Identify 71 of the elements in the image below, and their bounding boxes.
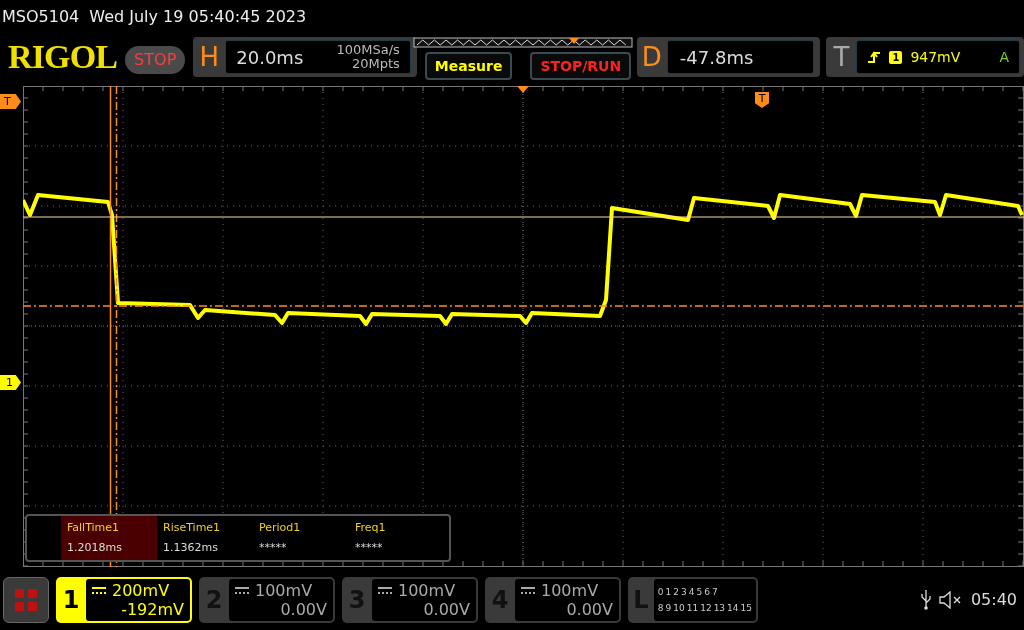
logic-channel-number: 1 (665, 586, 672, 599)
toolbar-button[interactable]: Measure (424, 52, 513, 80)
delay-letter: D (640, 40, 663, 74)
grid-menu-icon (15, 589, 37, 611)
trigger-level: 947mV (910, 47, 961, 67)
timebase-value: 20.0ms (236, 45, 304, 70)
toolbar-button[interactable]: STOP/RUN (530, 52, 632, 80)
model-name: MSO5104 (2, 6, 80, 28)
measurement-name: Freq1 (355, 520, 387, 536)
logic-channel-number: 7 (711, 586, 718, 599)
measurement-value: 1.2018ms (67, 540, 123, 556)
sample-rate: 100MSa/s (336, 43, 400, 57)
measurement-item[interactable]: FallTime1 1.2018ms (61, 516, 157, 560)
dc-coupling-icon (378, 586, 392, 595)
channel-scale: 200mV (112, 581, 170, 600)
channel-scale: 100mV (541, 581, 599, 600)
channel-number: 1 (61, 585, 81, 616)
channel-scale: 100mV (398, 581, 456, 600)
measurement-value: ***** (259, 540, 288, 556)
rising-edge-icon (867, 50, 882, 64)
logic-channel-number: 13 (713, 602, 726, 615)
delay-panel[interactable]: D -47.8ms (636, 37, 821, 77)
channel-offset: -192mV (120, 600, 184, 619)
channel-panel[interactable]: 1 200mV -192mV (56, 577, 192, 623)
logic-channel-number: 12 (700, 602, 712, 615)
brand-logo: RIGOL (8, 40, 118, 74)
logic-channel-number: 4 (688, 586, 695, 599)
channel-scale: 100mV (255, 581, 313, 600)
logic-channel-number: 0 (657, 586, 664, 599)
logic-channel-number: 3 (681, 586, 687, 599)
dc-coupling-icon (92, 586, 106, 595)
logic-channel-number: 9 (665, 602, 672, 615)
logic-channel-number: 11 (686, 602, 699, 615)
measurement-value: ***** (355, 540, 384, 556)
channel-offset: 0.00V (279, 600, 327, 619)
measurement-name: Period1 (259, 520, 302, 536)
memory-depth: 20Mpts (351, 57, 400, 71)
trigger-letter: T (832, 40, 851, 74)
date-time: Wed July 19 05:40:45 2023 (89, 6, 307, 28)
trigger-level-marker: T (0, 94, 21, 109)
logic-channel-number: 2 (673, 586, 679, 599)
run-state-badge: STOP (125, 46, 186, 74)
measurement-item[interactable]: Period1 ***** (253, 516, 349, 560)
measurement-item[interactable]: Freq1 ***** (349, 516, 445, 560)
trigger-position-icon (517, 86, 529, 93)
trigger-marker: T (755, 92, 769, 108)
dc-coupling-icon (235, 586, 249, 595)
trigger-mode: A (999, 47, 1009, 67)
logic-channel-number: 10 (673, 602, 685, 615)
logic-channel-number: 15 (740, 602, 752, 615)
logic-channel-number: 6 (704, 586, 710, 599)
channel-marker: 1 (0, 375, 21, 390)
horizontal-panel[interactable]: H 20.0ms 100MSa/s 20Mpts (193, 37, 417, 77)
trigger-source: 1 (889, 50, 903, 64)
logic-channel-number: 8 (657, 602, 664, 615)
trigger-panel[interactable]: T 1 947mV A (826, 37, 1024, 77)
measurement-item[interactable]: RiseTime1 1.1362ms (157, 516, 253, 560)
channel-offset: 0.00V (422, 600, 470, 619)
measurement-name: FallTime1 (67, 520, 121, 536)
horizontal-letter: H (198, 40, 221, 74)
dc-coupling-icon (521, 586, 535, 595)
speaker-muted-icon (938, 591, 963, 609)
channel-offset: 0.00V (565, 600, 613, 619)
logic-channel-number: 14 (727, 602, 739, 615)
logic-channel-number: 5 (696, 586, 703, 599)
measurement-value: 1.1362ms (163, 540, 219, 556)
delay-value: -47.8ms (679, 45, 754, 70)
clock: 05:40 (970, 589, 1017, 611)
measurement-name: RiseTime1 (163, 520, 222, 536)
usb-icon (920, 590, 931, 610)
menu-button[interactable] (3, 577, 49, 623)
